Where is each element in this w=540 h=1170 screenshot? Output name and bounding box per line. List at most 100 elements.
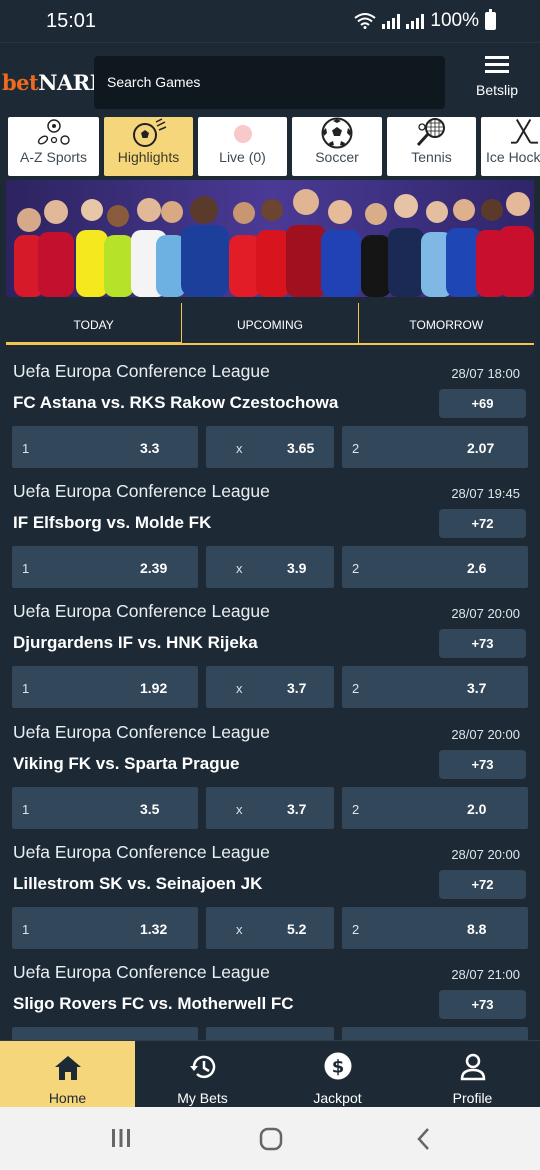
- match-teams[interactable]: FC Astana vs. RKS Rakow Czestochowa: [13, 393, 338, 413]
- search-input[interactable]: Search Games: [94, 56, 445, 109]
- brand-logo[interactable]: betNARE: [2, 70, 106, 95]
- odds-key: 1: [22, 681, 30, 696]
- more-markets-button[interactable]: +72: [439, 509, 526, 538]
- odds-key: x: [236, 561, 243, 576]
- odds-home-button[interactable]: 1 1.92: [12, 666, 198, 708]
- odds-key: 1: [22, 441, 30, 456]
- soccer-ball-fast-icon: [104, 117, 193, 149]
- signal-icon: [382, 13, 401, 29]
- odds-away-button[interactable]: [342, 1027, 528, 1040]
- soccer-ball-icon: [292, 117, 382, 149]
- odds-draw-button[interactable]: x 3.7: [206, 787, 334, 829]
- match-time: 28/07 20:00: [451, 727, 520, 742]
- date-tabs: TODAY UPCOMING TOMORROW: [6, 303, 534, 345]
- wifi-icon: [354, 13, 377, 29]
- nav-profile[interactable]: Profile: [405, 1041, 540, 1107]
- home-circle-icon[interactable]: [259, 1127, 283, 1156]
- nav-jackpot[interactable]: $ Jackpot: [270, 1041, 405, 1107]
- more-markets-button[interactable]: +69: [439, 389, 526, 418]
- system-navigation-bar: [0, 1107, 540, 1170]
- odds-key: 1: [22, 802, 30, 817]
- more-markets-button[interactable]: +73: [439, 629, 526, 658]
- betslip-label: Betslip: [475, 82, 519, 98]
- odds-draw-button[interactable]: x 3.65: [206, 426, 334, 468]
- more-markets-button[interactable]: +72: [439, 870, 526, 899]
- league-name: Uefa Europa Conference League: [13, 722, 270, 742]
- betslip-button[interactable]: Betslip: [466, 56, 528, 98]
- odds-home-button[interactable]: [12, 1027, 198, 1040]
- odds-key: 2: [352, 681, 360, 696]
- more-markets-button[interactable]: +73: [439, 990, 526, 1019]
- match-teams[interactable]: Lillestrom SK vs. Seinajoen JK: [13, 874, 262, 894]
- odds-key: 2: [352, 922, 360, 937]
- sport-item-soccer[interactable]: Soccer: [292, 117, 382, 176]
- odds-home-button[interactable]: 1 1.32: [12, 907, 198, 949]
- match-teams[interactable]: Djurgardens IF vs. HNK Rijeka: [13, 633, 258, 653]
- league-name: Uefa Europa Conference League: [13, 481, 270, 501]
- svg-text:$: $: [331, 1057, 344, 1078]
- match-teams[interactable]: Sligo Rovers FC vs. Motherwell FC: [13, 994, 294, 1014]
- match-item: Uefa Europa Conference League 28/07 18:0…: [0, 350, 540, 470]
- hockey-sticks-icon: [481, 117, 540, 149]
- odds-draw-button[interactable]: [206, 1027, 334, 1040]
- tab-today[interactable]: TODAY: [6, 303, 183, 345]
- odds-home-button[interactable]: 1 3.5: [12, 787, 198, 829]
- nav-home[interactable]: Home: [0, 1041, 135, 1107]
- sport-item-live[interactable]: Live (0): [198, 117, 287, 176]
- odds-key: 2: [352, 802, 360, 817]
- odds-value: 2.0: [467, 801, 487, 817]
- sport-label: Tennis: [411, 149, 452, 165]
- odds-draw-button[interactable]: x 3.9: [206, 546, 334, 588]
- odds-away-button[interactable]: 2 2.07: [342, 426, 528, 468]
- match-teams[interactable]: IF Elfsborg vs. Molde FK: [13, 513, 211, 533]
- match-time: 28/07 19:45: [451, 486, 520, 501]
- odds-home-button[interactable]: 1 3.3: [12, 426, 198, 468]
- match-item: Uefa Europa Conference League 28/07 20:0…: [0, 711, 540, 831]
- back-icon[interactable]: [414, 1127, 434, 1156]
- nav-label: Jackpot: [313, 1090, 362, 1106]
- odds-draw-button[interactable]: x 5.2: [206, 907, 334, 949]
- odds-away-button[interactable]: 2 2.6: [342, 546, 528, 588]
- match-time: 28/07 18:00: [451, 366, 520, 381]
- home-icon: [0, 1041, 135, 1081]
- league-name: Uefa Europa Conference League: [13, 962, 270, 982]
- odds-away-button[interactable]: 2 3.7: [342, 666, 528, 708]
- league-name: Uefa Europa Conference League: [13, 361, 270, 381]
- match-teams[interactable]: Viking FK vs. Sparta Prague: [13, 754, 239, 774]
- odds-value: 3.5: [140, 801, 160, 817]
- sport-item-highlights[interactable]: Highlights: [104, 117, 193, 176]
- signal-icon-2: [406, 13, 425, 29]
- battery-percent: 100%: [430, 10, 479, 31]
- recent-apps-icon[interactable]: [110, 1127, 132, 1154]
- tab-tomorrow[interactable]: TOMORROW: [359, 303, 534, 345]
- odds-home-button[interactable]: 1 2.39: [12, 546, 198, 588]
- match-time: 28/07 21:00: [451, 967, 520, 982]
- promo-banner[interactable]: [6, 180, 534, 297]
- odds-draw-button[interactable]: x 3.7: [206, 666, 334, 708]
- odds-value: 3.65: [287, 440, 315, 456]
- odds-value: 2.6: [467, 560, 487, 576]
- odds-key: x: [236, 681, 243, 696]
- odds-value: 3.7: [467, 680, 487, 696]
- logo-bet: bet: [2, 70, 39, 95]
- tab-upcoming[interactable]: UPCOMING: [182, 303, 359, 345]
- history-icon: [135, 1041, 270, 1081]
- tennis-racket-icon: [387, 117, 476, 149]
- league-name: Uefa Europa Conference League: [13, 601, 270, 621]
- nav-my-bets[interactable]: My Bets: [135, 1041, 270, 1107]
- odds-value: 2.39: [140, 560, 168, 576]
- odds-value: 3.7: [287, 801, 307, 817]
- person-icon: [405, 1041, 540, 1081]
- more-markets-button[interactable]: +73: [439, 750, 526, 779]
- sports-balls-icon: [8, 117, 99, 149]
- sports-menu: A-Z Sports Highlights Live (0) Soccer Te…: [0, 116, 540, 178]
- sport-item-tennis[interactable]: Tennis: [387, 117, 476, 176]
- sport-label: Live (0): [219, 149, 266, 165]
- odds-away-button[interactable]: 2 2.0: [342, 787, 528, 829]
- sport-item-ice-hockey[interactable]: Ice Hockey: [481, 117, 540, 176]
- match-item: Uefa Europa Conference League 28/07 20:0…: [0, 831, 540, 951]
- odds-away-button[interactable]: 2 8.8: [342, 907, 528, 949]
- nav-label: Home: [48, 1090, 87, 1106]
- nav-label: My Bets: [177, 1090, 228, 1106]
- sport-item-a-z-sports[interactable]: A-Z Sports: [8, 117, 99, 176]
